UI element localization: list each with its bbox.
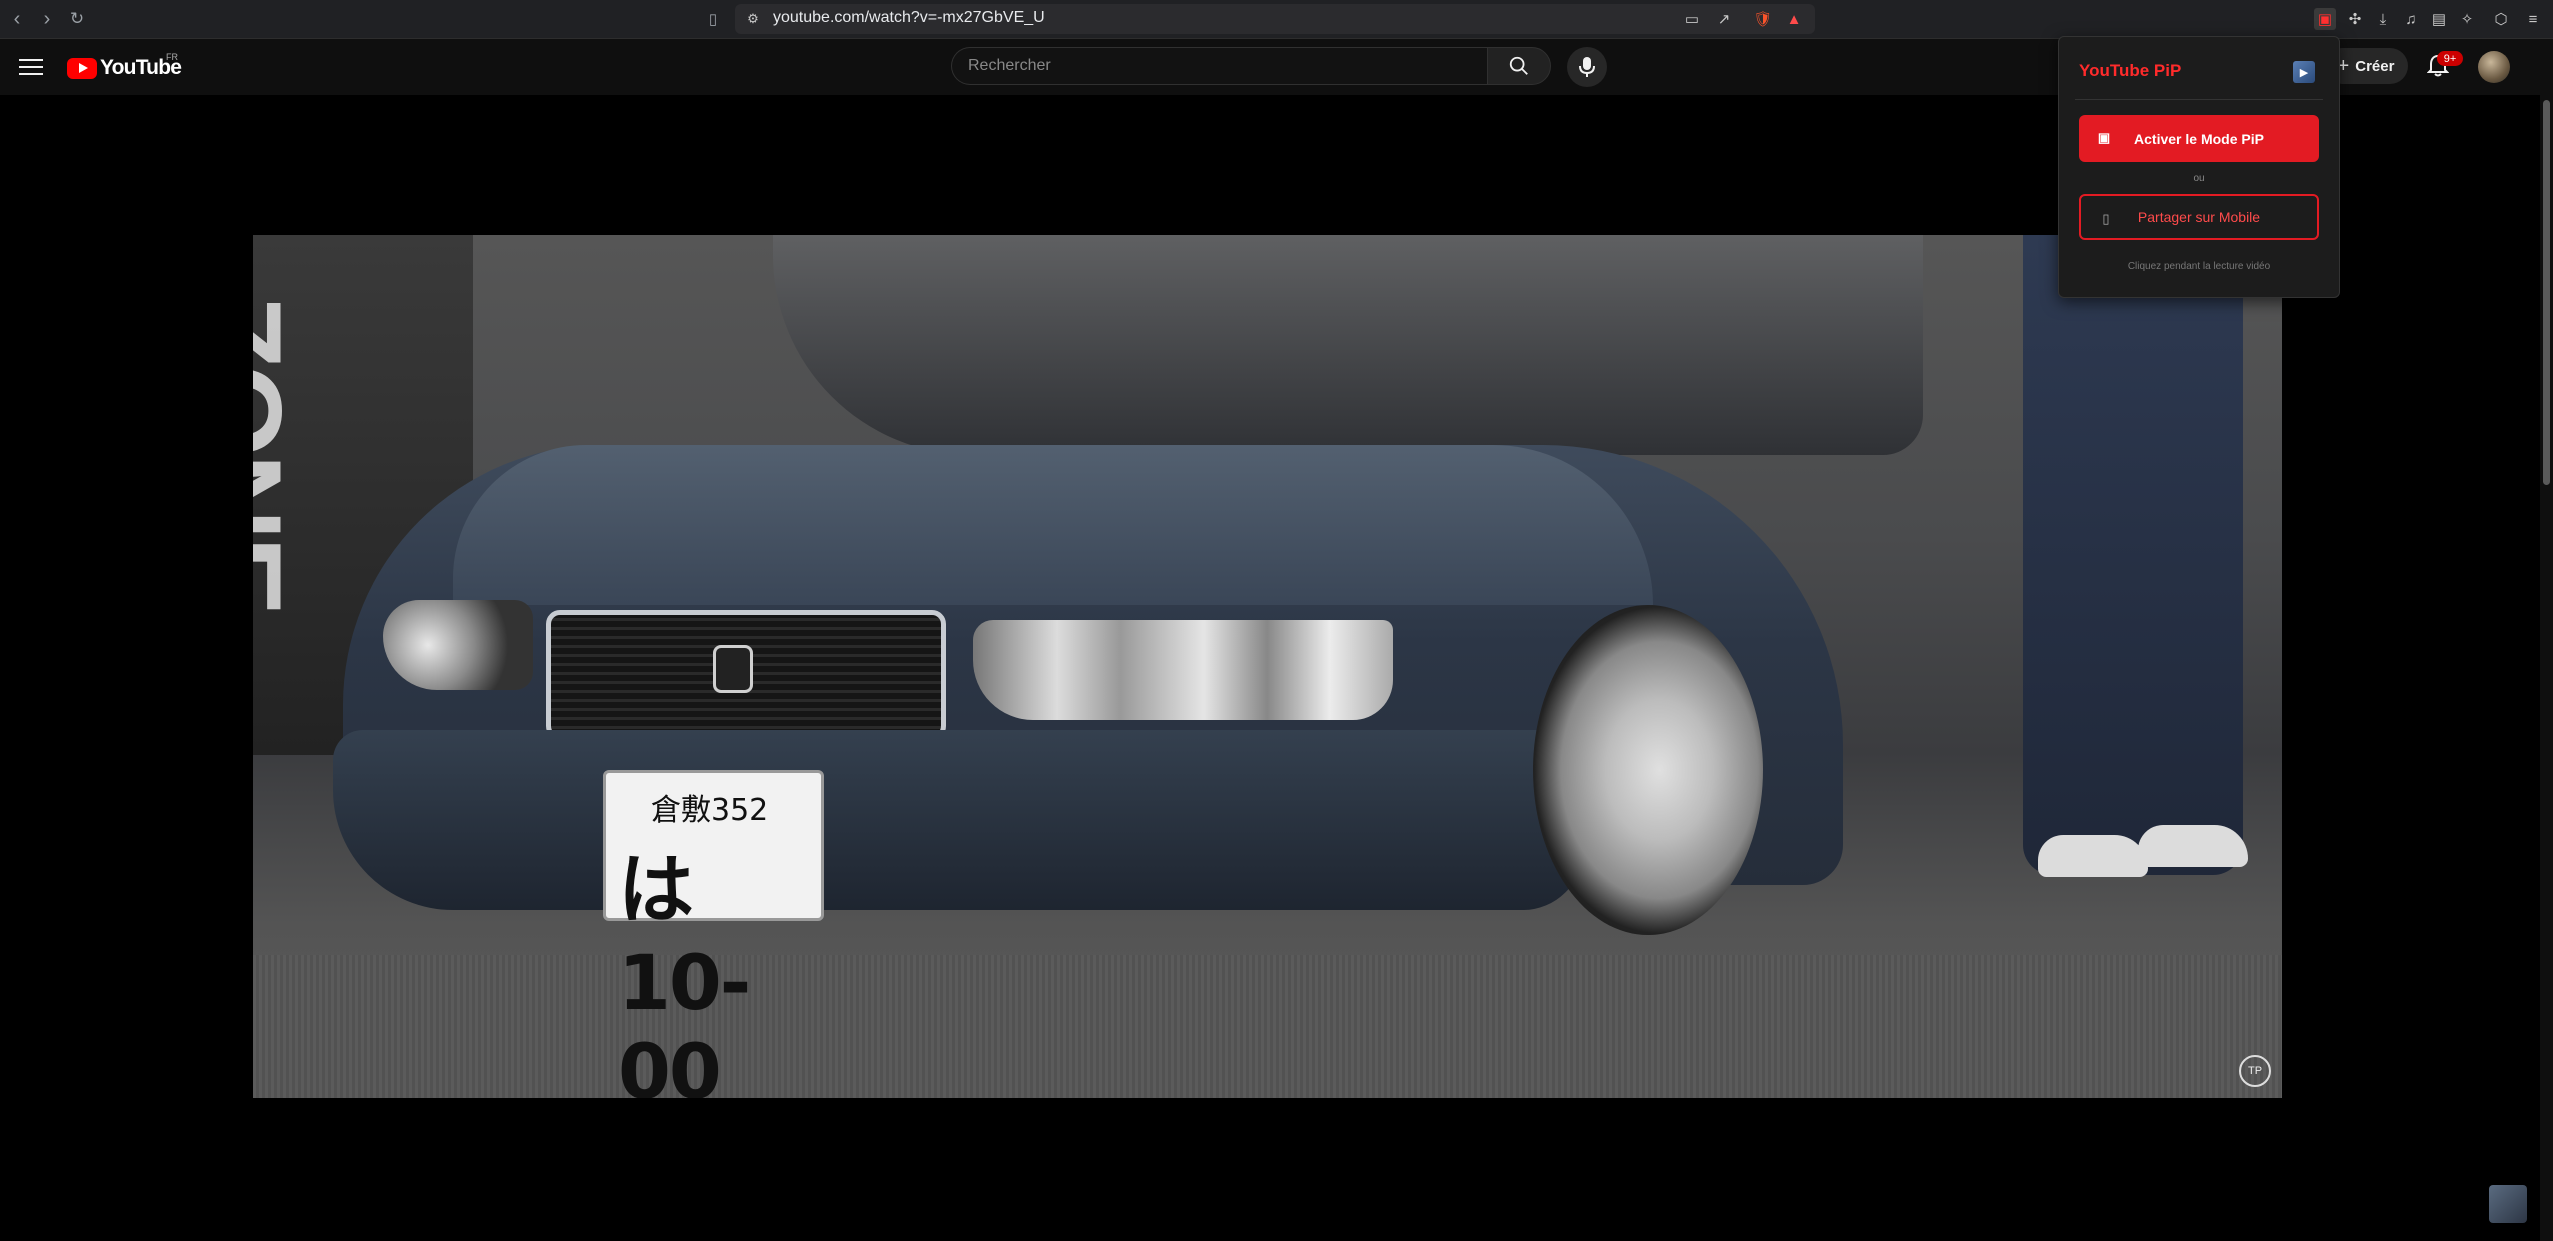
downloads-icon[interactable]: ⤓ [2372,8,2394,30]
brave-shield-icon[interactable]: 🛡 [1752,8,1774,30]
car-wheel [1533,605,1763,935]
extensions-icon[interactable]: ✣ [2344,8,2366,30]
popup-logo-icon: ▶ [2293,61,2315,83]
plate-number: は 10-00 [618,845,751,1098]
create-label: Créer [2355,57,2395,75]
person-legs [2023,235,2243,875]
cast-icon[interactable]: ▭ [1681,8,1703,30]
headlight-left [383,600,533,690]
youtube-pip-popup: YouTube PiP ▶ ▣ Activer le Mode PiP ou ▯… [2058,36,2340,298]
youtube-pip-extension-icon[interactable]: ▣ [2314,8,2336,30]
popup-hint: Cliquez pendant la lecture vidéo [2127,261,2271,272]
reload-icon[interactable]: ↻ [64,6,90,32]
youtube-logo[interactable]: YouTube [67,54,182,82]
vpn-icon[interactable]: ⬡ [2490,8,2512,30]
forward-icon[interactable]: › [34,6,60,32]
mobile-phone-icon: ▯ [2102,211,2110,226]
microphone-icon [1579,57,1595,77]
media-icon[interactable]: ♫ [2400,8,2422,30]
video-player[interactable]: ZONE 倉敷352 は 10-00 TP [253,235,2282,1098]
share-mobile-button[interactable]: ▯ Partager sur Mobile [2079,194,2319,240]
brave-rewards-icon[interactable]: ▲ [1783,8,1805,30]
youtube-play-icon [67,57,97,79]
avatar[interactable] [2478,51,2510,83]
search-button[interactable] [1487,47,1551,85]
leo-ai-icon[interactable]: ✧ [2456,8,2478,30]
site-info-icon[interactable]: ⚙ [742,8,764,30]
url-text[interactable]: youtube.com/watch?v=-mx27GbVE_U [773,9,1045,27]
popup-title: YouTube PiP [2079,61,2182,80]
asphalt-ground [253,955,2282,1098]
car-windshield [773,235,1923,455]
share-icon[interactable]: ↗ [1713,8,1735,30]
guide-menu-icon[interactable] [17,55,45,79]
license-plate: 倉敷352 は 10-00 [603,770,824,1098]
scrollbar-thumb[interactable] [2543,100,2550,485]
person-shoe-right [2138,825,2248,867]
search-input[interactable] [951,47,1487,85]
person-shoe-left [2038,835,2148,877]
activate-pip-label: Activer le Mode PiP [2134,130,2264,147]
wallet-icon[interactable]: ▤ [2428,8,2450,30]
car-bumper [333,730,1583,910]
country-code: FR [166,52,178,62]
car-hood [453,445,1653,605]
car-emblem [713,645,753,693]
popup-divider [2075,99,2323,100]
menu-icon[interactable]: ≡ [2522,8,2544,30]
banner-text: ZONE [253,295,306,613]
bookmark-icon[interactable]: ▯ [700,6,726,32]
back-icon[interactable]: ‹ [4,6,30,32]
search-icon [1509,56,1528,75]
activate-pip-button[interactable]: ▣ Activer le Mode PiP [2079,115,2319,162]
voice-search-button[interactable] [1567,47,1607,87]
share-mobile-label: Partager sur Mobile [2137,209,2261,225]
notification-badge: 9+ [2437,51,2463,66]
plate-region: 倉敷352 [651,793,769,828]
or-separator: ou [2193,173,2205,184]
pip-window-icon: ▣ [2097,130,2111,145]
channel-watermark[interactable]: TP [2239,1055,2271,1087]
headlight-right [973,620,1393,720]
miniplayer-thumbnail[interactable] [2489,1185,2527,1223]
